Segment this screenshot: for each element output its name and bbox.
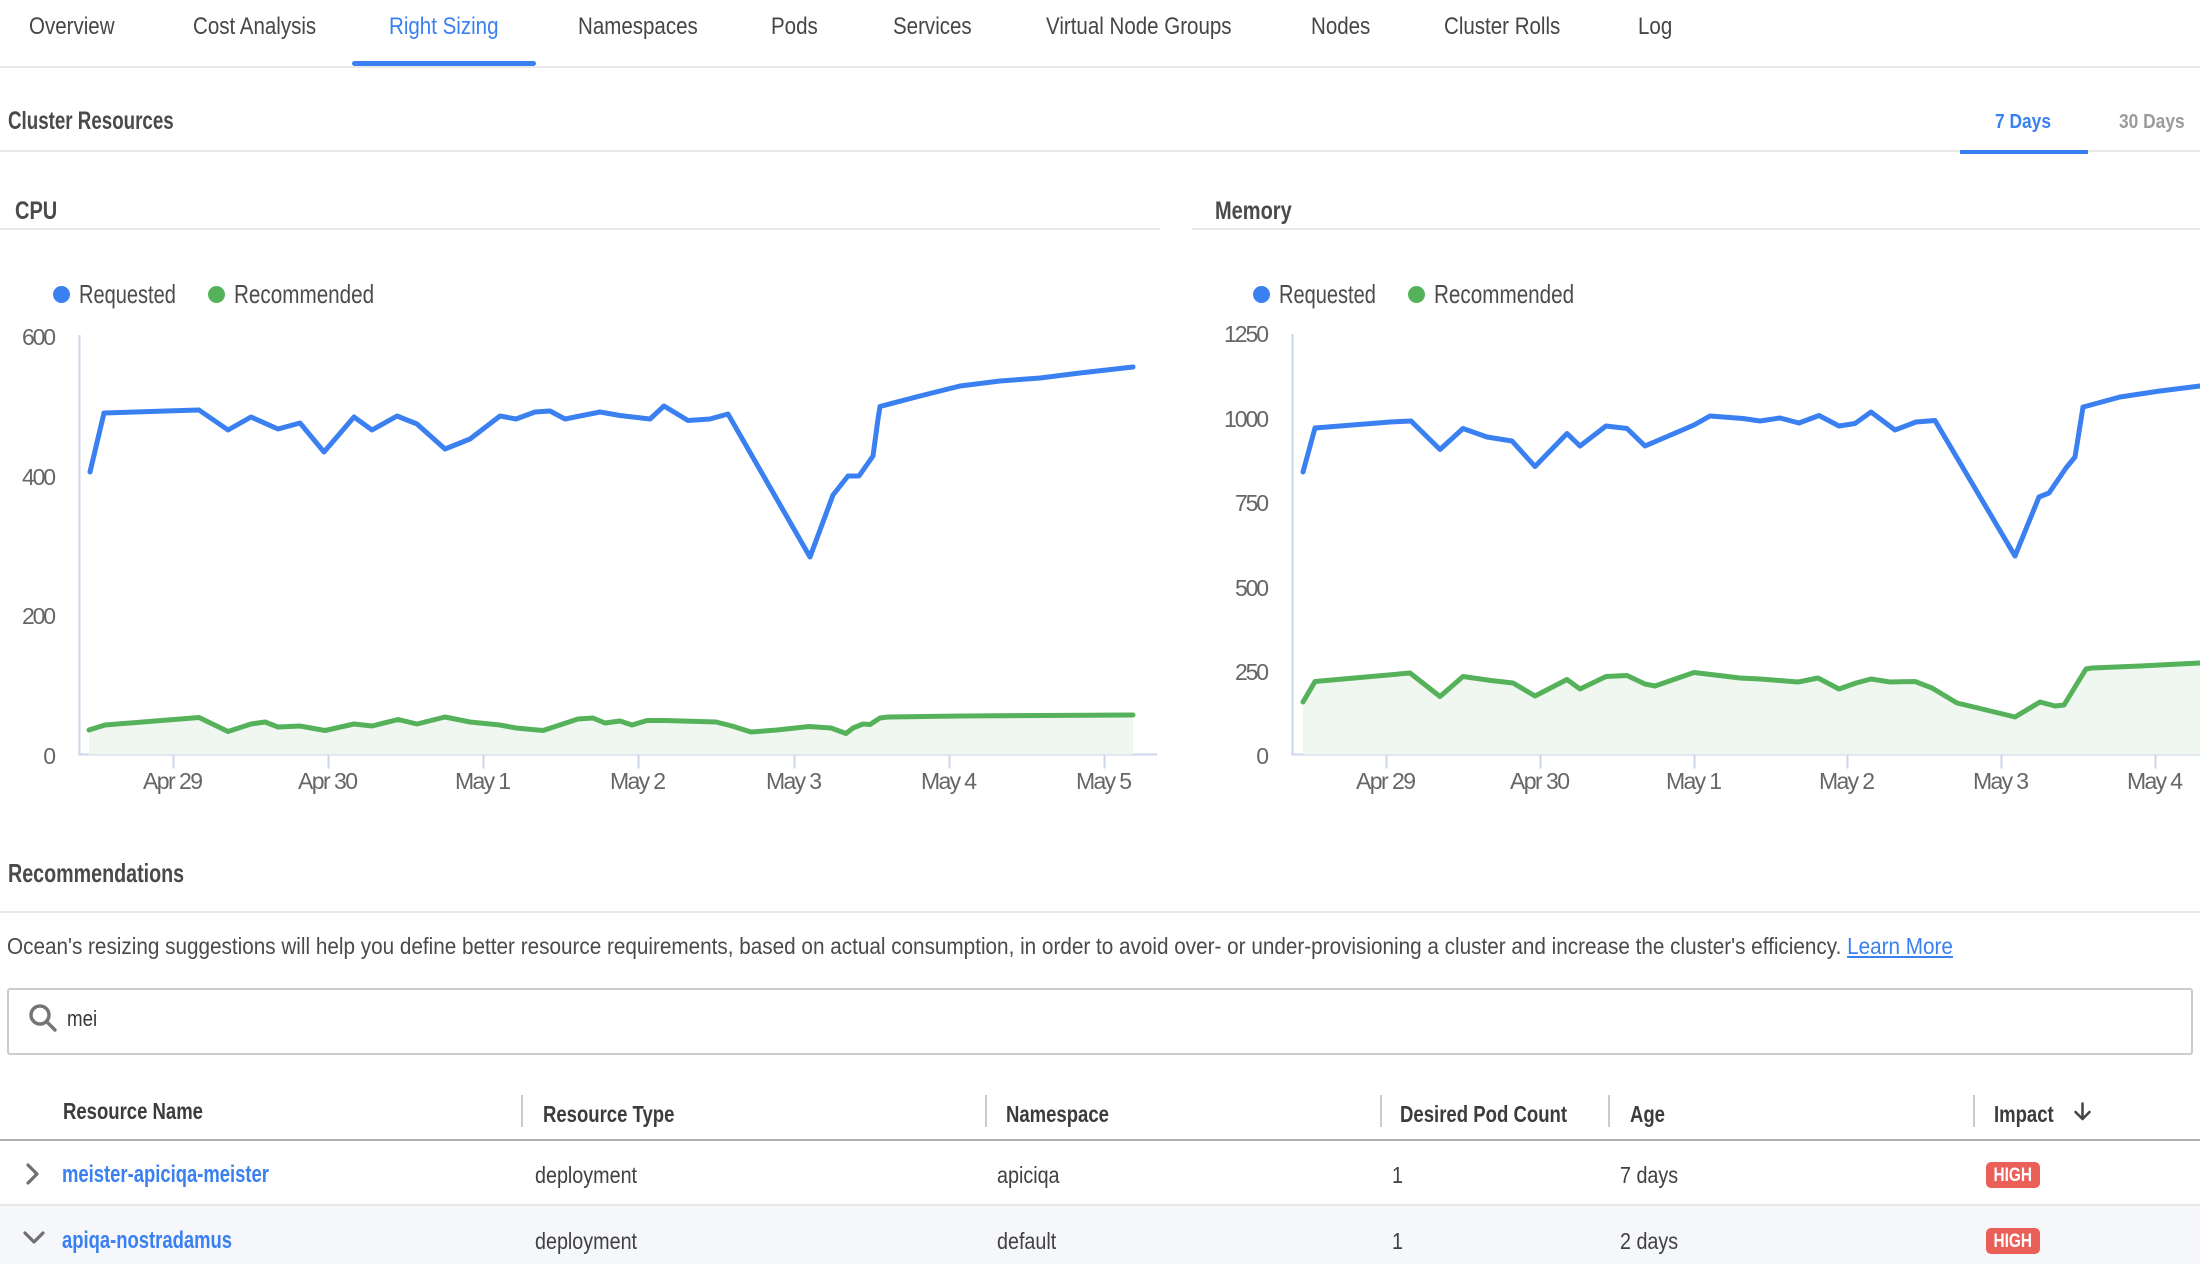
- svg-text:500: 500: [1235, 575, 1269, 601]
- svg-text:May 1: May 1: [455, 768, 511, 794]
- svg-text:1250: 1250: [1224, 321, 1269, 347]
- svg-text:May 4: May 4: [921, 768, 977, 794]
- svg-text:0: 0: [43, 743, 56, 769]
- svg-text:750: 750: [1235, 490, 1269, 516]
- svg-text:600: 600: [22, 324, 56, 350]
- svg-text:May 2: May 2: [610, 768, 666, 794]
- svg-text:May 5: May 5: [1076, 768, 1132, 794]
- svg-text:Apr 29: Apr 29: [143, 768, 203, 794]
- svg-text:May 4: May 4: [2127, 768, 2183, 794]
- svg-text:Apr 30: Apr 30: [298, 768, 358, 794]
- svg-text:May 1: May 1: [1666, 768, 1722, 794]
- svg-text:400: 400: [22, 464, 56, 490]
- svg-text:200: 200: [22, 603, 56, 629]
- svg-text:1000: 1000: [1224, 406, 1269, 432]
- svg-text:250: 250: [1235, 659, 1269, 685]
- svg-text:May 3: May 3: [766, 768, 822, 794]
- svg-text:0: 0: [1256, 743, 1269, 769]
- svg-text:May 2: May 2: [1819, 768, 1875, 794]
- svg-text:Apr 29: Apr 29: [1356, 768, 1416, 794]
- svg-text:May 3: May 3: [1973, 768, 2029, 794]
- svg-text:Apr 30: Apr 30: [1510, 768, 1570, 794]
